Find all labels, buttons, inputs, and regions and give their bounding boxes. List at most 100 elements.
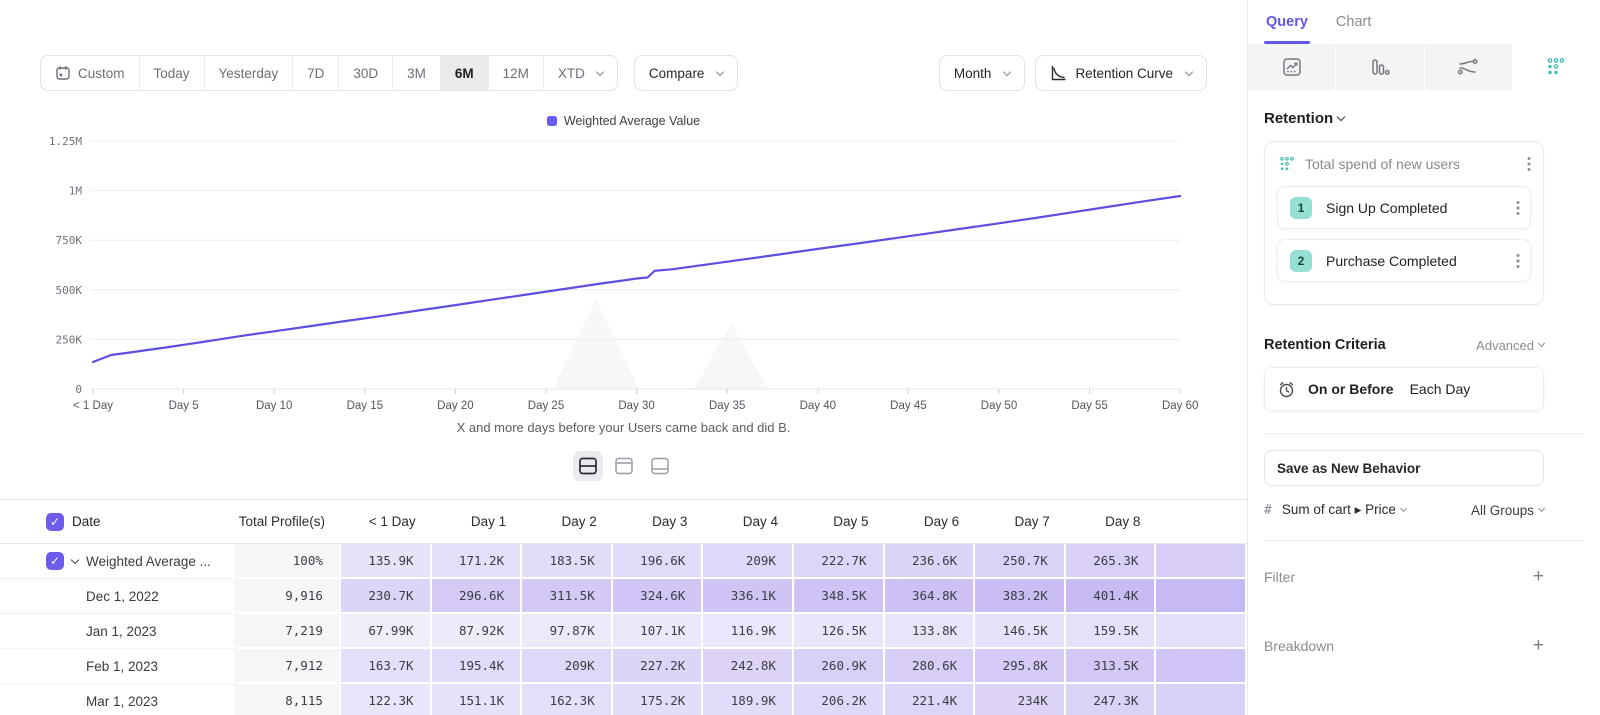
retention-value-cell[interactable]: 247.3K [1066, 684, 1157, 715]
retention-value-cell[interactable]: 230.7K [341, 579, 432, 614]
range-option-today[interactable]: Today [140, 56, 205, 90]
retention-value-cell[interactable]: 311.5K [522, 579, 613, 614]
event-step-1[interactable]: 1 Sign Up Completed [1277, 186, 1531, 229]
retention-value-cell[interactable]: 133.8K [885, 614, 976, 649]
x-axis-tick-label: Day 5 [169, 400, 199, 412]
select-all-checkbox[interactable]: ✓ [46, 513, 64, 531]
retention-value-cell[interactable]: 159.5K [1066, 614, 1157, 649]
retention-value-cell[interactable]: 189.9K [703, 684, 794, 715]
report-section-selector[interactable]: Retention [1264, 110, 1544, 127]
compare-button[interactable]: Compare [634, 55, 739, 91]
row-label: Feb 1, 2023 [86, 659, 158, 674]
chart-view-toggle[interactable] [609, 451, 639, 481]
retention-value-cell[interactable]: 196.6K [613, 544, 704, 579]
retention-value-cell[interactable]: 116.9K [703, 614, 794, 649]
range-option-12m[interactable]: 12M [489, 56, 544, 90]
save-behavior-button[interactable]: Save as New Behavior [1264, 450, 1544, 486]
profiles-cell[interactable]: 7,912 [234, 649, 341, 684]
property-select[interactable]: Sum of cart ▸ Price [1282, 502, 1406, 518]
flows-icon[interactable] [1425, 44, 1513, 90]
retention-value-cell[interactable]: 183.5K [522, 544, 613, 579]
retention-value-cell[interactable]: 401.4K [1066, 579, 1157, 614]
chevron-down-icon[interactable] [71, 555, 79, 563]
retention-value-cell[interactable]: 313.5K [1066, 649, 1157, 684]
retention-value-cell[interactable]: 221.4K [885, 684, 976, 715]
retention-value-cell[interactable]: 234K [975, 684, 1066, 715]
kebab-menu-icon[interactable] [1516, 253, 1520, 269]
retention-value-cell[interactable]: 126.5K [794, 614, 885, 649]
profiles-cell[interactable]: 9,916 [234, 579, 341, 614]
kebab-menu-icon[interactable] [1527, 156, 1531, 172]
range-option-xtd[interactable]: XTD [544, 56, 617, 90]
retention-value-cell[interactable]: 296.6K [432, 579, 523, 614]
retention-value-cell[interactable]: 195.4K [432, 649, 523, 684]
retention-value-cell[interactable]: 97.87K [522, 614, 613, 649]
kebab-menu-icon[interactable] [1516, 200, 1520, 216]
criteria-card[interactable]: On or Before Each Day [1264, 367, 1544, 411]
criteria-mode-select[interactable]: Advanced [1476, 338, 1544, 353]
retention-value-cell[interactable]: 87.92K [432, 614, 523, 649]
tab-chart[interactable]: Chart [1336, 0, 1371, 44]
retention-value-cell[interactable]: 265.3K [1066, 544, 1157, 579]
profiles-cell[interactable]: 8,115 [234, 684, 341, 715]
retention-value-cell[interactable]: 163.7K [341, 649, 432, 684]
range-option-6m[interactable]: 6M [441, 56, 489, 90]
range-option-custom[interactable]: Custom [41, 56, 140, 90]
split-view-toggle[interactable] [573, 451, 603, 481]
retention-value-cell[interactable]: 260.9K [794, 649, 885, 684]
retention-value-cell[interactable]: 67.99K [341, 614, 432, 649]
range-option-30d[interactable]: 30D [339, 56, 393, 90]
add-filter-button[interactable]: + [1533, 567, 1544, 586]
retention-value-cell[interactable]: 209K [522, 649, 613, 684]
granularity-select[interactable]: Month [939, 55, 1026, 91]
retention-value-cell[interactable]: 171.2K [432, 544, 523, 579]
range-option-7d[interactable]: 7D [293, 56, 339, 90]
retention-value-cell[interactable]: 122.3K [341, 684, 432, 715]
retention-value-cell-clipped[interactable] [1156, 579, 1247, 614]
retention-value-cell[interactable]: 206.2K [794, 684, 885, 715]
event-step-2[interactable]: 2 Purchase Completed [1277, 239, 1531, 282]
retention-value-cell[interactable]: 107.1K [613, 614, 704, 649]
retention-value-cell[interactable]: 242.8K [703, 649, 794, 684]
retention-value-cell-clipped[interactable] [1156, 614, 1247, 649]
retention-line[interactable] [93, 196, 1180, 362]
retention-value-cell[interactable]: 250.7K [975, 544, 1066, 579]
retention-value-cell[interactable]: 175.2K [613, 684, 704, 715]
retention-value-cell[interactable]: 295.8K [975, 649, 1066, 684]
profiles-cell[interactable]: 100% [234, 544, 341, 579]
retention-value-cell-clipped[interactable] [1156, 684, 1247, 715]
retention-value-cell[interactable]: 222.7K [794, 544, 885, 579]
range-option-yesterday[interactable]: Yesterday [205, 56, 294, 90]
x-axis-tick-label: Day 40 [800, 400, 836, 412]
retention-value-cell[interactable]: 162.3K [522, 684, 613, 715]
table-view-toggle[interactable] [645, 451, 675, 481]
chevron-down-icon [716, 67, 724, 75]
behavior-title-row[interactable]: Total spend of new users [1265, 142, 1543, 186]
funnels-icon[interactable] [1336, 44, 1424, 90]
retention-value-cell[interactable]: 135.9K [341, 544, 432, 579]
profiles-cell[interactable]: 7,219 [234, 614, 341, 649]
retention-value-cell[interactable]: 336.1K [703, 579, 794, 614]
retention-value-cell[interactable]: 383.2K [975, 579, 1066, 614]
y-axis-tick-label: 250K [56, 333, 83, 346]
chevron-down-icon [1538, 505, 1545, 512]
retention-value-cell[interactable]: 280.6K [885, 649, 976, 684]
chart-type-select[interactable]: Retention Curve [1035, 55, 1207, 91]
retention-value-cell[interactable]: 227.2K [613, 649, 704, 684]
tab-query[interactable]: Query [1266, 0, 1308, 44]
insights-icon[interactable] [1248, 44, 1336, 90]
row-checkbox[interactable]: ✓ [46, 552, 64, 570]
retention-value-cell[interactable]: 209K [703, 544, 794, 579]
retention-value-cell-clipped[interactable] [1156, 544, 1247, 579]
groups-select[interactable]: All Groups [1471, 503, 1544, 518]
add-breakdown-button[interactable]: + [1533, 636, 1544, 655]
retention-value-cell[interactable]: 348.5K [794, 579, 885, 614]
retention-value-cell[interactable]: 146.5K [975, 614, 1066, 649]
retention-icon[interactable] [1513, 44, 1600, 90]
retention-value-cell[interactable]: 364.8K [885, 579, 976, 614]
range-option-3m[interactable]: 3M [393, 56, 441, 90]
retention-value-cell-clipped[interactable] [1156, 649, 1247, 684]
retention-value-cell[interactable]: 324.6K [613, 579, 704, 614]
retention-value-cell[interactable]: 151.1K [432, 684, 523, 715]
retention-value-cell[interactable]: 236.6K [885, 544, 976, 579]
